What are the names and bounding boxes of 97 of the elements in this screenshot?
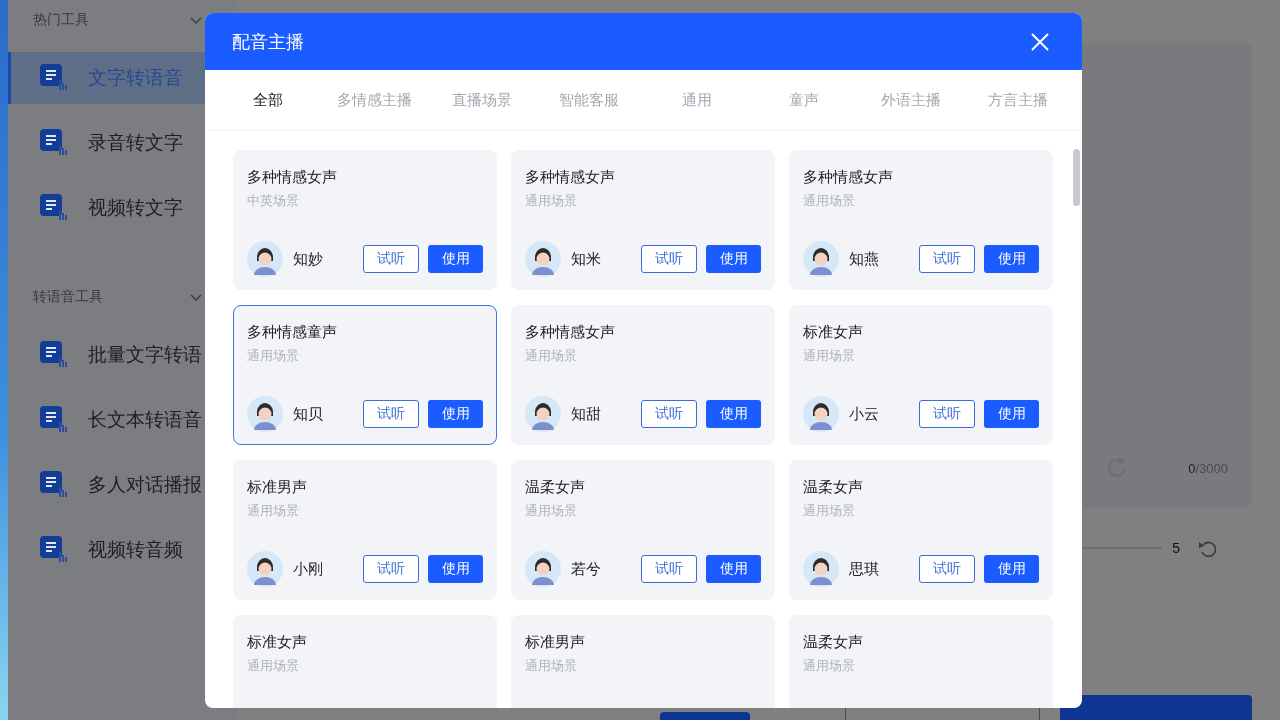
voice-name: 知贝 [293, 404, 324, 424]
preview-button[interactable]: 试听 [641, 245, 697, 273]
voice-scene: 中英场景 [247, 192, 300, 210]
convert-button[interactable] [1060, 695, 1252, 720]
voice-card[interactable]: 多种情感童声 通用场景 知贝 试听 使用 [233, 305, 497, 445]
tool-icon [40, 64, 68, 92]
tool-icon [40, 194, 68, 222]
preview-button[interactable]: 试听 [919, 555, 975, 583]
avatar-icon [247, 396, 283, 432]
voice-scene: 通用场景 [247, 502, 300, 520]
preview-button[interactable]: 试听 [363, 400, 419, 428]
use-button[interactable]: 使用 [706, 555, 761, 583]
voice-card[interactable]: 温柔女声 通用场景 [789, 615, 1053, 708]
voice-card[interactable]: 多种情感女声 通用场景 知燕 试听 使用 [789, 150, 1053, 290]
preview-button[interactable]: 试听 [363, 245, 419, 273]
voice-title: 标准女声 [803, 322, 864, 342]
voice-card[interactable]: 多种情感女声 通用场景 知米 试听 使用 [511, 150, 775, 290]
avatar-icon [247, 241, 283, 277]
item-label: 视频转音频 [88, 538, 183, 562]
voice-title: 多种情感童声 [247, 322, 338, 342]
character-count: 0/3000 [1188, 460, 1228, 476]
voice-scene: 通用场景 [525, 192, 578, 210]
voice-title: 标准男声 [525, 632, 586, 652]
reset-icon[interactable] [1198, 539, 1216, 557]
avatar-icon [247, 551, 283, 587]
voice-card[interactable]: 多种情感女声 通用场景 知甜 试听 使用 [511, 305, 775, 445]
voice-scene: 通用场景 [247, 347, 300, 365]
item-label: 文字转语音 [88, 66, 183, 90]
collapse-icon[interactable] [189, 14, 203, 26]
voice-name: 小云 [849, 404, 880, 424]
use-button[interactable]: 使用 [428, 400, 483, 428]
voice-name: 知甜 [571, 404, 602, 424]
avatar-icon [525, 241, 561, 277]
scrollbar-thumb[interactable] [1073, 149, 1080, 206]
voice-name: 若兮 [571, 559, 602, 579]
tool-icon [40, 129, 68, 157]
tool-icon [40, 406, 68, 434]
voice-name: 思琪 [849, 559, 880, 579]
use-button[interactable]: 使用 [706, 400, 761, 428]
use-button[interactable]: 使用 [984, 245, 1039, 273]
item-label: 批量文字转语 [88, 343, 202, 367]
avatar-icon [525, 396, 561, 432]
voice-card[interactable]: 标准男声 通用场景 小刚 试听 使用 [233, 460, 497, 600]
collapse-icon[interactable] [189, 291, 203, 303]
voice-scene: 通用场景 [525, 347, 578, 365]
voice-title: 多种情感女声 [525, 167, 616, 187]
tool-icon [40, 536, 68, 564]
item-label: 视频转文字 [88, 196, 183, 220]
voice-title: 温柔女声 [803, 632, 864, 652]
voice-title: 多种情感女声 [803, 167, 894, 187]
voice-scene: 通用场景 [247, 657, 300, 675]
voice-name: 小刚 [293, 559, 324, 579]
tool-icon [40, 341, 68, 369]
voice-scene: 通用场景 [803, 192, 856, 210]
voice-scene: 通用场景 [803, 657, 856, 675]
use-button[interactable]: 使用 [706, 245, 761, 273]
voice-title: 标准女声 [247, 632, 308, 652]
voice-card[interactable]: 标准女声 通用场景 [233, 615, 497, 708]
avatar-icon [803, 241, 839, 277]
item-label: 长文本转语音 [88, 408, 202, 432]
voice-scene: 通用场景 [525, 657, 578, 675]
preview-button[interactable]: 试听 [363, 555, 419, 583]
section-title: 转语音工具 [33, 288, 103, 306]
voice-card[interactable]: 多种情感女声 中英场景 知妙 试听 使用 [233, 150, 497, 290]
preview-button[interactable]: 试听 [919, 400, 975, 428]
speed-value: 5 [1172, 540, 1180, 556]
item-label: 录音转文字 [88, 131, 183, 155]
use-button[interactable]: 使用 [984, 400, 1039, 428]
item-label: 多人对话播报 [88, 473, 202, 497]
avatar-icon [803, 551, 839, 587]
preview-button[interactable]: 试听 [919, 245, 975, 273]
preview-button[interactable]: 试听 [641, 555, 697, 583]
preview-button[interactable]: 试听 [641, 400, 697, 428]
voice-title: 温柔女声 [525, 477, 586, 497]
voice-title: 多种情感女声 [247, 167, 338, 187]
avatar-icon [525, 551, 561, 587]
avatar-icon [803, 396, 839, 432]
voice-name: 知燕 [849, 249, 880, 269]
use-button[interactable]: 使用 [428, 245, 483, 273]
dialog-title: 配音主播 [232, 30, 304, 54]
voice-card[interactable]: 温柔女声 通用场景 若兮 试听 使用 [511, 460, 775, 600]
section-title: 热门工具 [33, 11, 89, 29]
use-button[interactable]: 使用 [984, 555, 1039, 583]
use-button[interactable]: 使用 [428, 555, 483, 583]
voice-scene: 通用场景 [803, 347, 856, 365]
tool-icon [40, 471, 68, 499]
voice-scene: 通用场景 [803, 502, 856, 520]
voice-scene: 通用场景 [525, 502, 578, 520]
voice-title: 温柔女声 [803, 477, 864, 497]
voice-title: 标准男声 [247, 477, 308, 497]
voice-name: 知米 [571, 249, 602, 269]
voice-name: 知妙 [293, 249, 324, 269]
voice-card[interactable]: 标准男声 通用场景 [511, 615, 775, 708]
voice-card[interactable]: 温柔女声 通用场景 思琪 试听 使用 [789, 460, 1053, 600]
close-icon[interactable] [1031, 32, 1049, 51]
voice-card[interactable]: 标准女声 通用场景 小云 试听 使用 [789, 305, 1053, 445]
voice-title: 多种情感女声 [525, 322, 616, 342]
